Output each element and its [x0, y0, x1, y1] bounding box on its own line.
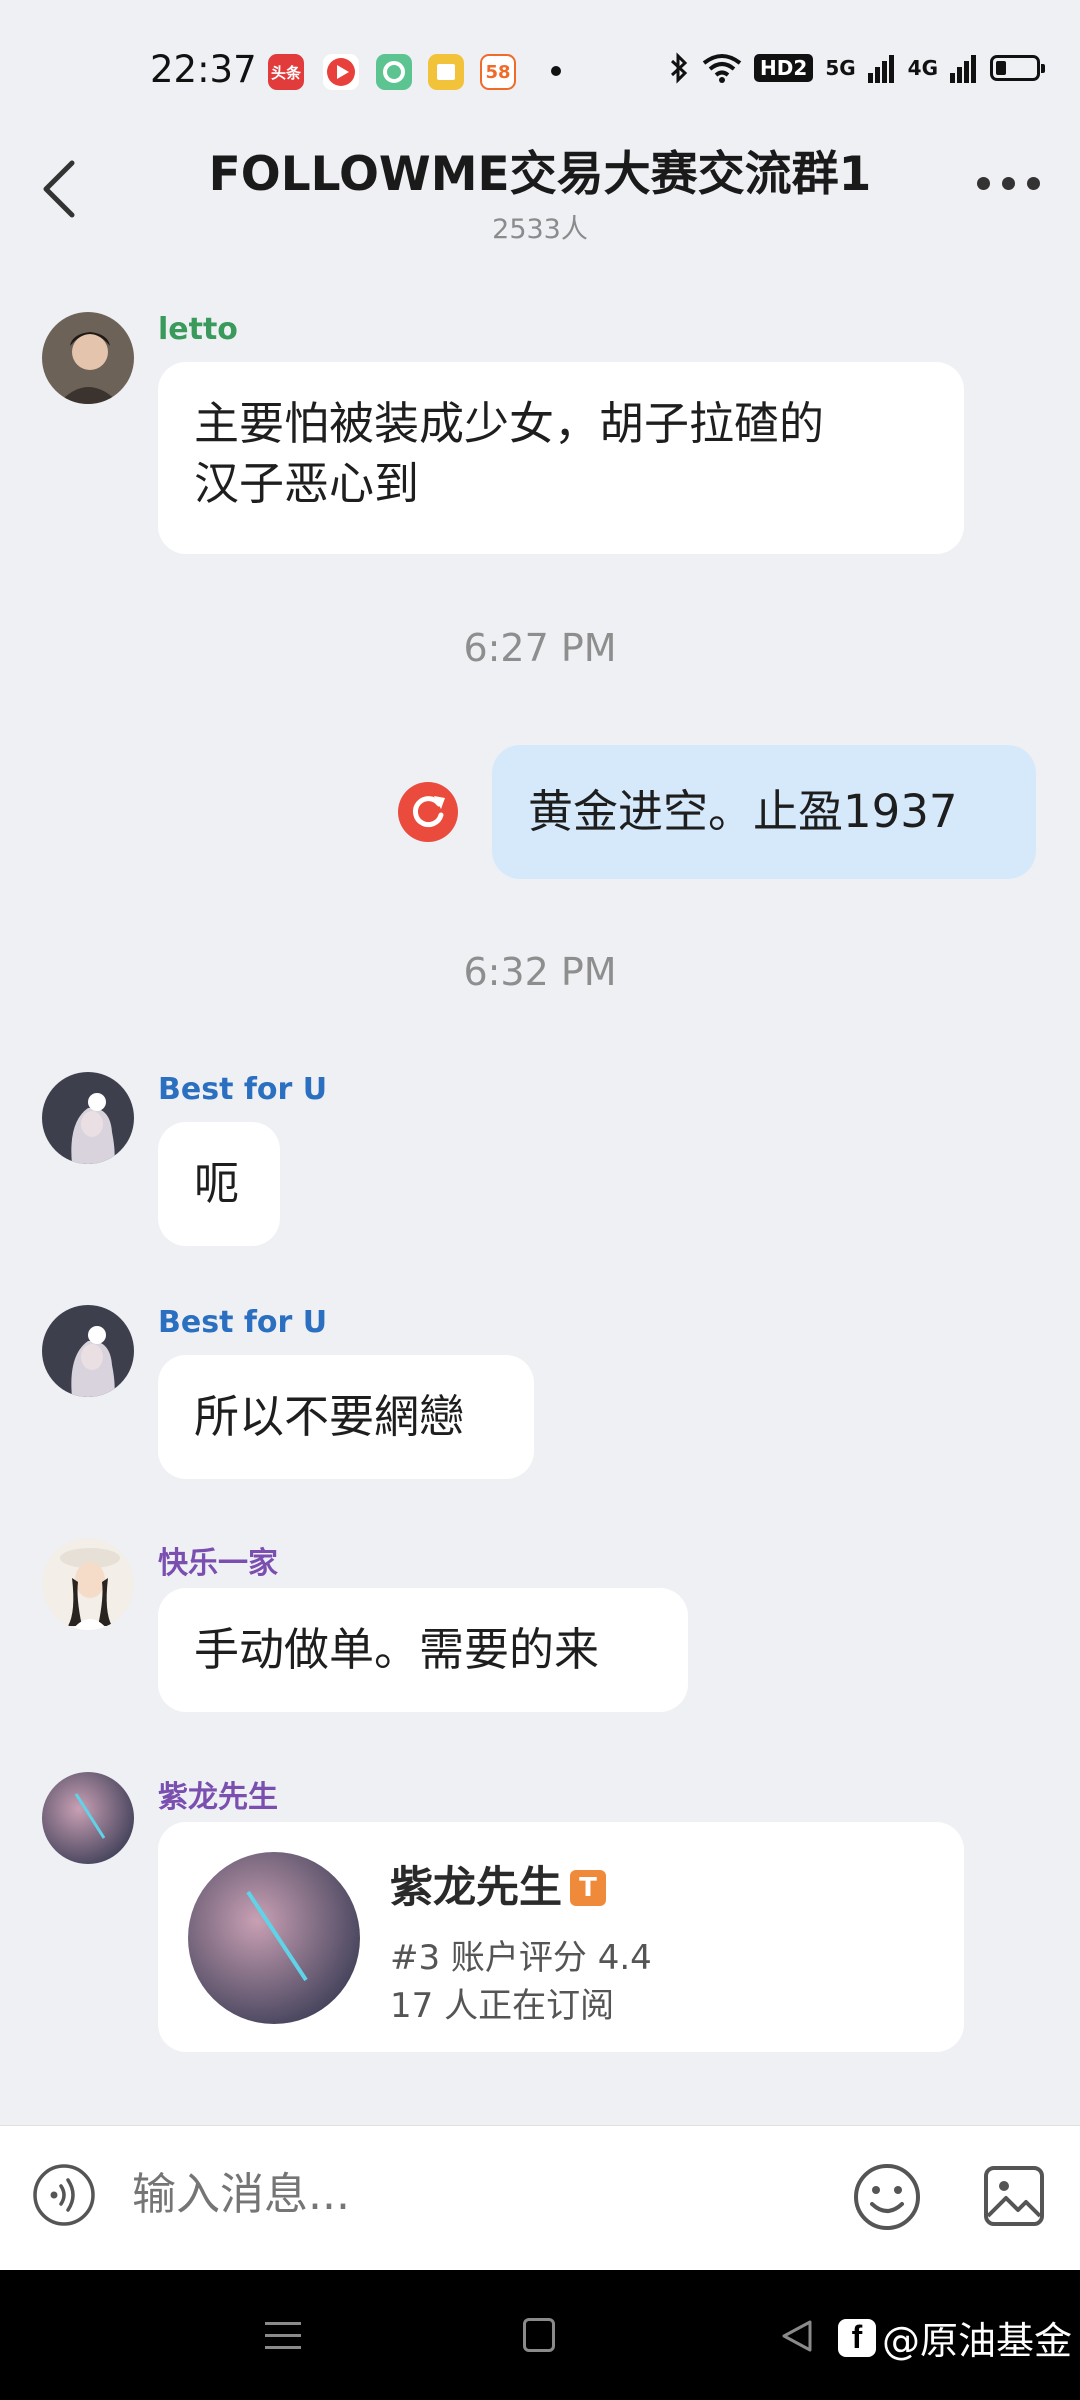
group-title[interactable]: FOLLOWME交易大赛交流群1	[0, 135, 1080, 204]
triangle-back-icon	[782, 2320, 812, 2352]
trader-badge: T	[570, 1870, 606, 1906]
message-bubble[interactable]: 呃	[158, 1122, 280, 1246]
sender-name[interactable]: Best for U	[158, 1072, 327, 1107]
card-subscribers: 17 人正在订阅	[390, 1986, 615, 2026]
sender-name[interactable]: letto	[158, 312, 238, 347]
green-app-icon	[376, 54, 412, 90]
more-options-button[interactable]	[977, 177, 1040, 190]
message-text: 呃	[194, 1157, 240, 1210]
member-count: 2533人	[492, 214, 588, 245]
system-back-button[interactable]	[780, 2318, 814, 2354]
58-app-icon-label: 58	[485, 61, 511, 83]
message-text: 黄金进空。止盈1937	[528, 785, 958, 838]
toutiao-icon-label: 头条	[270, 63, 301, 82]
video-app-icon	[323, 54, 359, 90]
sender-name[interactable]: 快乐一家	[158, 1538, 278, 1582]
message-bubble[interactable]: 所以不要網戀	[158, 1355, 534, 1479]
voice-icon	[33, 2164, 95, 2226]
more-dot-icon	[977, 177, 990, 190]
more-dot-icon	[1027, 177, 1040, 190]
recent-apps-button[interactable]	[265, 2322, 301, 2358]
58-app-icon: 58	[480, 54, 516, 90]
avatar[interactable]	[42, 1072, 134, 1164]
toutiao-icon: 头条	[268, 54, 304, 90]
status-bar: 22:37 头条 58 HD2 5G 4G	[0, 0, 1080, 140]
smiley-icon	[854, 2164, 920, 2230]
network-5g-label: 5G	[825, 56, 856, 80]
signal-5g-icon	[867, 55, 894, 83]
bluetooth-icon	[671, 52, 688, 84]
sender-name[interactable]: 紫龙先生	[158, 1772, 278, 1816]
profile-card[interactable]: 紫龙先生 T #3 账户评分 4.4 17 人正在订阅	[158, 1822, 964, 2052]
avatar[interactable]	[42, 1305, 134, 1397]
watermark: f @原油基金	[838, 2310, 1072, 2365]
home-button[interactable]	[523, 2318, 555, 2352]
card-avatar	[188, 1852, 360, 2024]
message-text: 所以不要網戀	[194, 1390, 465, 1443]
avatar[interactable]	[42, 1772, 134, 1864]
refresh-icon	[412, 796, 445, 828]
battery-icon	[990, 55, 1045, 81]
timestamp: 6:27 PM	[463, 626, 617, 670]
message-bubble[interactable]: 主要怕被装成少女，胡子拉碴的 汉子恶心到	[158, 362, 964, 554]
system-nav-bar: f @原油基金	[0, 2270, 1080, 2400]
sender-name[interactable]: Best for U	[158, 1305, 327, 1340]
hd-badge: HD2	[754, 54, 814, 82]
card-name-text: 紫龙先生	[390, 1863, 562, 1913]
facebook-icon: f	[838, 2318, 876, 2357]
chat-header: FOLLOWME交易大赛交流群1 2533人	[0, 125, 1080, 275]
book-app-icon	[428, 54, 464, 90]
image-icon	[984, 2166, 1044, 2226]
more-dot-icon	[1002, 177, 1015, 190]
timestamp: 6:32 PM	[463, 950, 617, 994]
message-text: 手动做单。需要的来	[194, 1623, 600, 1676]
signal-4g-icon	[950, 55, 976, 83]
wifi-icon	[702, 54, 742, 83]
voice-button[interactable]	[32, 2163, 96, 2227]
status-time: 22:37	[150, 48, 257, 91]
input-bar	[0, 2125, 1080, 2271]
card-name: 紫龙先生 T	[390, 1858, 606, 1918]
message-text-line: 主要怕被装成少女，胡子拉碴的	[194, 397, 825, 450]
avatar[interactable]	[42, 312, 134, 404]
watermark-text: @原油基金	[882, 2319, 1073, 2363]
network-4g-label: 4G	[907, 56, 938, 80]
message-text-line: 汉子恶心到	[194, 457, 420, 510]
status-right: HD2 5G 4G	[668, 52, 1045, 84]
message-input[interactable]	[130, 2168, 814, 2221]
avatar[interactable]	[42, 1538, 134, 1630]
own-message-bubble[interactable]: 黄金进空。止盈1937	[492, 745, 1036, 879]
notification-dot-icon	[551, 66, 561, 76]
resend-button[interactable]	[398, 782, 458, 842]
image-button[interactable]	[982, 2164, 1046, 2228]
message-bubble[interactable]: 手动做单。需要的来	[158, 1588, 688, 1712]
emoji-button[interactable]	[852, 2162, 922, 2232]
